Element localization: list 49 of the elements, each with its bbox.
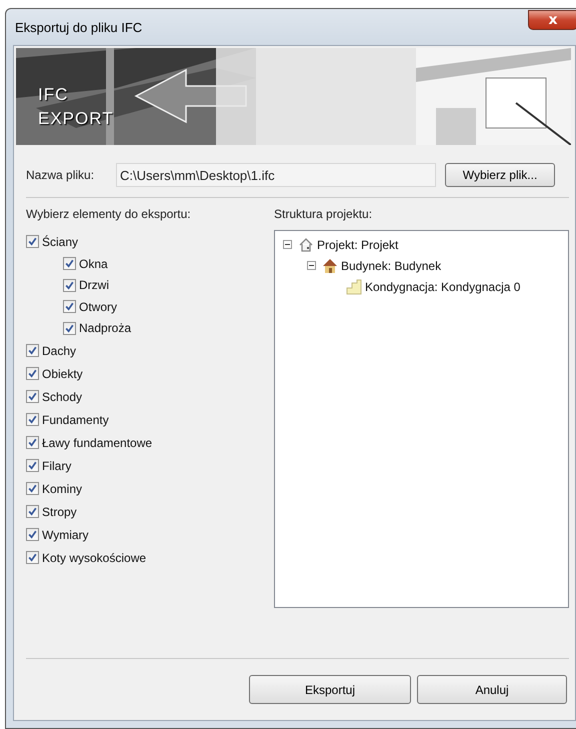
checkbox[interactable] (26, 390, 39, 403)
house-icon (322, 258, 338, 274)
floor-plan-icon (346, 278, 362, 294)
checkbox[interactable] (63, 300, 76, 314)
banner-title: EXPORT (38, 110, 114, 128)
checkbox-label[interactable]: Ławy fundamentowe (42, 436, 152, 450)
checkbox-label[interactable]: Wymiary (42, 528, 89, 542)
checkbox-label[interactable]: Obiekty (42, 366, 83, 380)
checkbox-label[interactable]: Stropy (42, 504, 77, 518)
banner-title: IFC (38, 86, 70, 104)
collapse-toggle-icon[interactable] (307, 261, 316, 270)
checkbox[interactable] (26, 344, 39, 357)
checkbox-label[interactable]: Drzwi (79, 278, 109, 292)
elements-label: Wybierz elementy do eksportu: (26, 207, 192, 221)
checkbox[interactable] (26, 505, 39, 518)
checkbox-label[interactable]: Nadproża (79, 321, 132, 336)
tree-item[interactable]: Projekt: Projekt (317, 238, 398, 252)
checkbox[interactable] (26, 413, 39, 426)
checkbox-label[interactable]: Fundamenty (42, 412, 109, 426)
checkbox[interactable] (26, 528, 39, 541)
checkbox[interactable] (26, 482, 39, 495)
checkbox-label[interactable]: Filary (42, 458, 72, 472)
checkbox-label[interactable]: Schody (42, 390, 82, 404)
checkbox[interactable] (26, 459, 39, 472)
close-button[interactable]: x (528, 10, 576, 30)
file-path-field[interactable]: C:\Users\mm\Desktop\1.ifc (116, 163, 436, 187)
checkbox-label[interactable]: Otwory (79, 300, 118, 314)
cancel-button[interactable]: Anuluj (417, 675, 567, 704)
checkbox[interactable] (26, 436, 39, 449)
checkbox-label[interactable]: Okna (79, 256, 108, 271)
house-icon (298, 236, 314, 252)
checkbox[interactable] (26, 367, 39, 380)
window-title: Eksportuj do pliku IFC (14, 20, 142, 34)
checkbox-label[interactable]: Koty wysokościowe (42, 550, 146, 564)
checkbox[interactable] (63, 322, 76, 335)
checkbox[interactable] (63, 257, 76, 270)
checkbox-label[interactable]: Ściany (42, 234, 78, 248)
checkbox-label[interactable]: Kominy (42, 482, 82, 496)
tree-item[interactable]: Kondygnacja: Kondygnacja 0 (365, 280, 520, 294)
structure-label: Struktura projektu: (274, 207, 374, 221)
tree-item[interactable]: Budynek: Budynek (341, 258, 442, 272)
checkbox-label[interactable]: Dachy (42, 344, 76, 358)
export-button[interactable]: Eksportuj (249, 675, 411, 704)
choose-file-button[interactable]: Wybierz plik... (445, 163, 556, 187)
file-name-label: Nazwa pliku: (26, 168, 94, 182)
checkbox[interactable] (26, 235, 39, 248)
checkbox[interactable] (26, 551, 39, 564)
checkbox[interactable] (63, 278, 76, 292)
collapse-toggle-icon[interactable] (283, 240, 292, 249)
